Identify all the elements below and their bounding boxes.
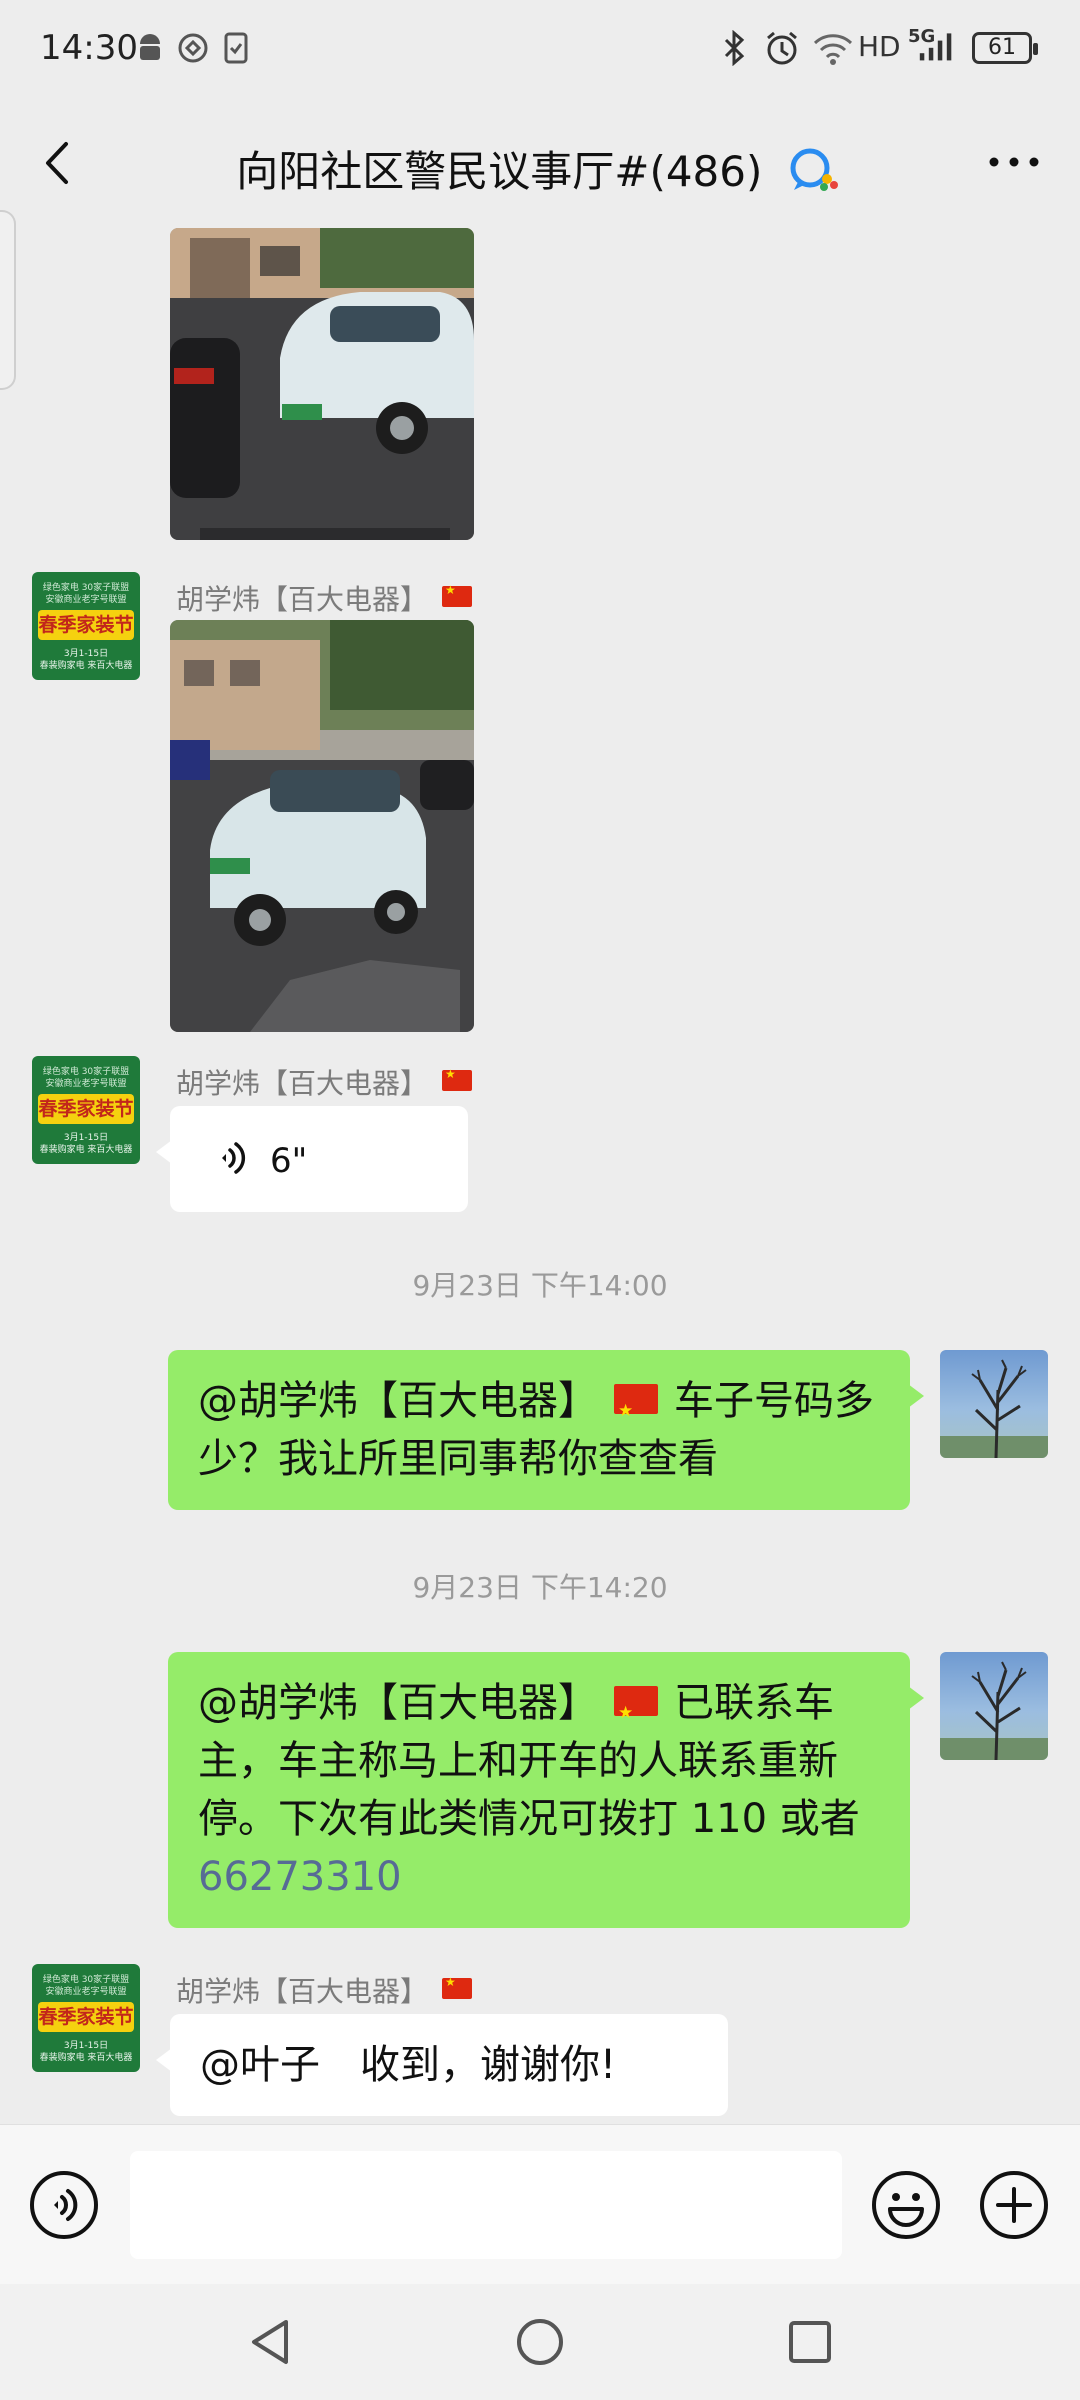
avatar-ad-date: 3月1-15日 <box>63 2041 109 2051</box>
recents-square-icon[interactable] <box>782 2314 838 2370</box>
avatar-ad-footer: 春装购家电 来百大电器 <box>39 661 133 671</box>
chat-header: 向阳社区警民议事厅#(486) <box>0 100 1080 228</box>
sender-name: 胡学炜【百大电器】 <box>176 578 473 618</box>
message-bubble-outgoing[interactable]: @胡学炜【百大电器】已联系车主，车主称马上和开车的人联系重新停。下次有此类情况可… <box>168 1652 924 1928</box>
message-input[interactable] <box>130 2151 842 2259</box>
battery-level: 61 <box>988 35 1016 60</box>
avatar[interactable]: 绿色家电 30家子联盟 安徽商业老字号联盟 春季家装节 3月1-15日春装购家电 … <box>32 1056 140 1164</box>
car-photo <box>170 620 474 1032</box>
voice-duration: 6" <box>270 1141 308 1181</box>
wifi-icon <box>813 34 853 65</box>
avatar-ad-headline: 春季家装节 <box>38 2002 134 2032</box>
timestamp: 9月23日 下午14:00 <box>412 1269 668 1302</box>
sender-name: 胡学炜【百大电器】 <box>176 1970 473 2010</box>
avatar-ad-line1: 绿色家电 30家子联盟 <box>42 1067 130 1077</box>
avatar-ad-line2: 安徽商业老字号联盟 <box>45 595 127 605</box>
chat-title: 向阳社区警民议事厅#(486) <box>236 147 763 196</box>
status-bar: 14:30 HD 5G 61 <box>0 0 1080 100</box>
avatar-ad-line1: 绿色家电 30家子联盟 <box>42 1975 130 1985</box>
home-circle-icon[interactable] <box>512 2314 568 2370</box>
phone-number-link[interactable]: 66273310 <box>198 1854 402 1900</box>
plus-icon[interactable] <box>978 2169 1050 2241</box>
vpn-icon <box>178 33 208 63</box>
voice-wave-icon <box>222 1142 246 1174</box>
avatar-ad-line2: 安徽商业老字号联盟 <box>45 1987 127 1997</box>
china-flag-icon <box>442 1975 473 1999</box>
china-flag-icon <box>442 583 473 607</box>
sender-name-text: 胡学炜【百大电器】 <box>176 583 429 616</box>
system-navigation-bar <box>0 2284 1080 2400</box>
avatar-ad-headline: 春季家装节 <box>38 610 134 640</box>
sender-name-text: 胡学炜【百大电器】 <box>176 1067 429 1100</box>
avatar-ad-footer: 春装购家电 来百大电器 <box>39 1145 133 1155</box>
my-avatar[interactable] <box>940 1652 1048 1760</box>
alarm-icon <box>767 31 797 65</box>
avatar-ad-line1: 绿色家电 30家子联盟 <box>42 583 130 593</box>
avatar-ad-line2: 安徽商业老字号联盟 <box>45 1079 127 1089</box>
message-image[interactable] <box>170 620 474 1032</box>
china-flag-icon <box>614 1684 658 1742</box>
avatar-ad-date: 3月1-15日 <box>63 649 109 659</box>
chat-title-row: 向阳社区警民议事厅#(486) <box>0 138 1080 199</box>
status-time: 14:30 <box>40 28 138 68</box>
sim-icon <box>224 32 248 64</box>
avatar-ad-date: 3月1-15日 <box>63 1133 109 1143</box>
china-flag-icon <box>442 1067 473 1091</box>
input-bar <box>0 2124 1080 2284</box>
network-type: HD <box>858 30 901 63</box>
battery-icon: 61 <box>972 32 1038 64</box>
avatar[interactable]: 绿色家电 30家子联盟 安徽商业老字号联盟 春季家装节 3月1-15日春装购家电 … <box>32 1964 140 2072</box>
wecom-chat-icon <box>790 148 838 191</box>
emoji-icon[interactable] <box>870 2169 942 2241</box>
mention: @胡学炜【百大电器】 <box>198 1378 598 1424</box>
android-icon <box>140 34 160 60</box>
my-avatar[interactable] <box>940 1350 1048 1458</box>
mention: @胡学炜【百大电器】 <box>198 1680 598 1726</box>
avatar-ad-footer: 春装购家电 来百大电器 <box>39 2053 133 2063</box>
sender-name: 胡学炜【百大电器】 <box>176 1062 473 1102</box>
bluetooth-icon <box>724 30 745 66</box>
car-photo <box>170 228 474 540</box>
voice-toggle-icon[interactable] <box>28 2169 100 2241</box>
message-text: @叶子 收到，谢谢你! <box>200 2042 617 2088</box>
sender-name-text: 胡学炜【百大电器】 <box>176 1975 429 2008</box>
message-bubble-outgoing[interactable]: @胡学炜【百大电器】车子号码多少？我让所里同事帮你查查看 <box>168 1350 924 1510</box>
back-triangle-icon[interactable] <box>242 2314 298 2370</box>
tree-avatar-image <box>940 1359 1048 1458</box>
tree-avatar-image <box>940 1661 1048 1760</box>
signal-icon <box>919 33 952 61</box>
avatar-ad-headline: 春季家装节 <box>38 1094 134 1124</box>
timestamp: 9月23日 下午14:20 <box>412 1571 668 1604</box>
avatar[interactable]: 绿色家电 30家子联盟 安徽商业老字号联盟 春季家装节 3月1-15日春装购家电 … <box>32 572 140 680</box>
more-icon[interactable] <box>984 140 1044 184</box>
china-flag-icon <box>614 1382 658 1440</box>
message-image[interactable] <box>170 228 474 540</box>
voice-message[interactable]: 6" <box>156 1106 468 1212</box>
message-list[interactable]: 绿色家电 30家子联盟 安徽商业老字号联盟 春季家装节 3月1-15日春装购家电 … <box>0 228 1080 2124</box>
message-bubble-incoming[interactable]: @叶子 收到，谢谢你! <box>156 2014 728 2116</box>
